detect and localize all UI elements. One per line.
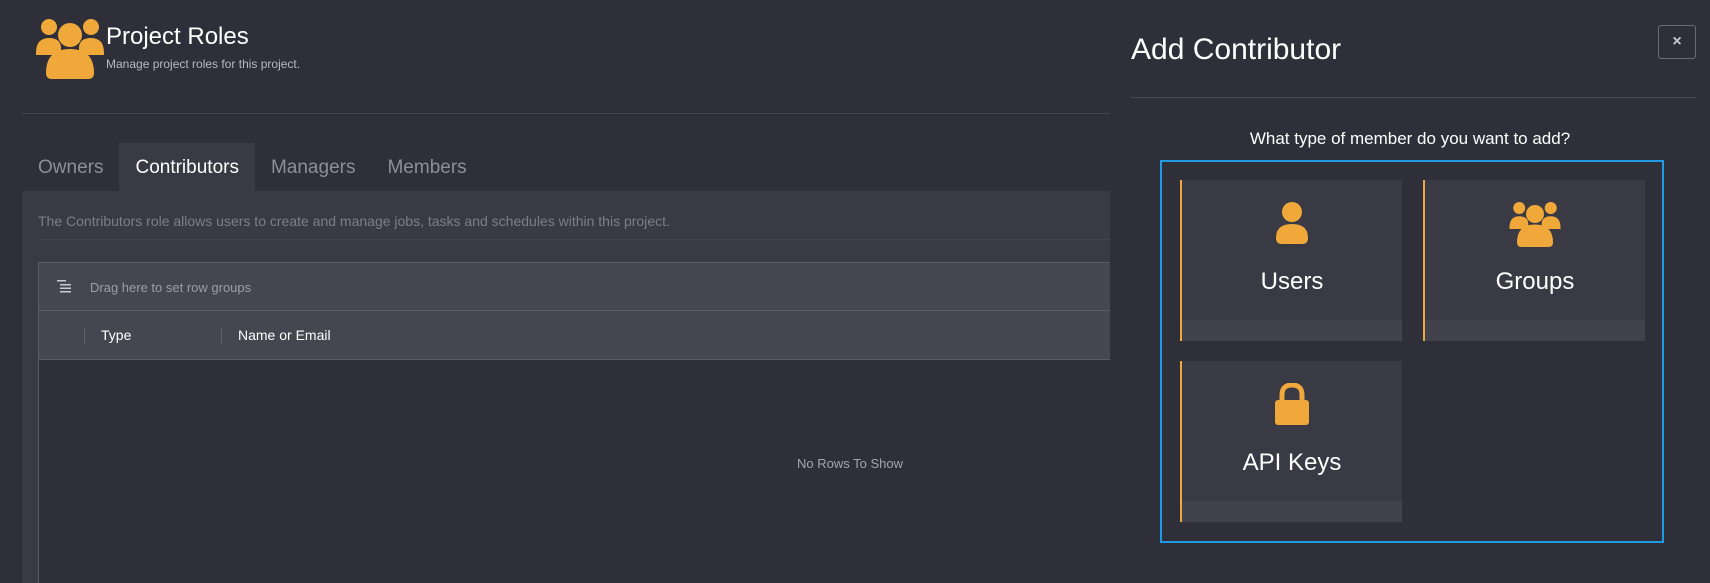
column-header-name-or-email[interactable]: Name or Email [238, 327, 331, 343]
row-group-drop-zone[interactable]: Drag here to set row groups [39, 263, 1110, 311]
member-type-question: What type of member do you want to add? [1249, 129, 1571, 148]
contributors-panel: The Contributors role allows users to cr… [22, 191, 1110, 583]
page-header: Project Roles Manage project roles for t… [36, 15, 1110, 113]
column-separator[interactable] [221, 328, 222, 344]
contributors-grid: Drag here to set row groups Type Name or… [38, 262, 1110, 583]
users-option[interactable]: Users [1180, 180, 1402, 341]
groups-option-label: Groups [1495, 268, 1575, 295]
empty-grid-message: No Rows To Show [797, 456, 903, 471]
panel-divider [38, 239, 1110, 240]
group-icon [36, 19, 104, 79]
row-group-icon [57, 280, 71, 293]
drawer-title: Add Contributor [1131, 33, 1342, 66]
user-icon [1276, 202, 1308, 244]
tab-members[interactable]: Members [371, 143, 482, 191]
card-footer [1425, 320, 1645, 341]
api-keys-option[interactable]: API Keys [1180, 361, 1402, 522]
groups-option[interactable]: Groups [1423, 180, 1645, 341]
page-title: Project Roles [106, 23, 249, 50]
tab-managers[interactable]: Managers [255, 143, 372, 191]
member-type-options: Users Groups API Keys [1160, 160, 1664, 543]
grid-header-row: Type Name or Email [39, 311, 1110, 360]
role-tabs: Owners Contributors Managers Members [22, 143, 483, 191]
tab-owners[interactable]: Owners [22, 143, 119, 191]
column-header-type[interactable]: Type [101, 327, 131, 343]
role-description: The Contributors role allows users to cr… [38, 213, 670, 229]
users-option-label: Users [1260, 268, 1324, 295]
group-icon [1509, 202, 1561, 247]
drawer-divider [1131, 97, 1697, 98]
header-divider [22, 113, 1110, 114]
tab-contributors[interactable]: Contributors [119, 143, 255, 191]
column-separator[interactable] [84, 328, 85, 344]
card-footer [1182, 320, 1402, 341]
api-keys-option-label: API Keys [1242, 449, 1342, 476]
close-button[interactable]: × [1658, 25, 1696, 59]
page-subtitle: Manage project roles for this project. [106, 57, 301, 71]
project-roles-page: Project Roles Manage project roles for t… [0, 0, 1110, 583]
row-group-hint: Drag here to set row groups [90, 280, 252, 295]
lock-icon [1275, 383, 1309, 425]
add-contributor-drawer: Add Contributor × What type of member do… [1110, 0, 1710, 583]
card-footer [1182, 501, 1402, 522]
